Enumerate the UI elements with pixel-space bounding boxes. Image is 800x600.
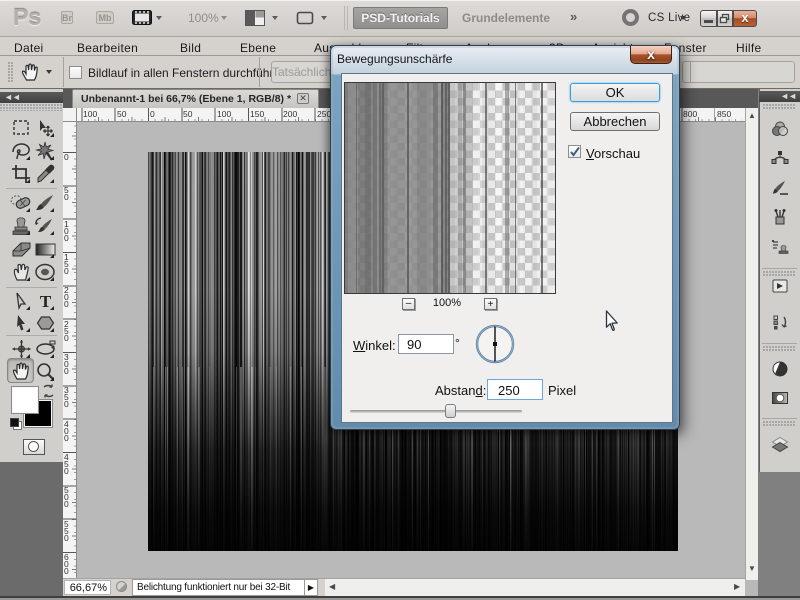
- svg-text:T: T: [40, 292, 52, 311]
